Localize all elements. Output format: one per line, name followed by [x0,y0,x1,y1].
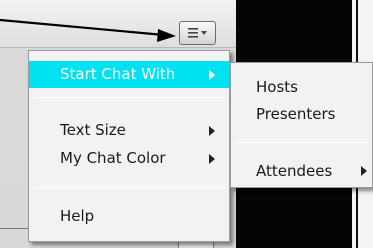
submenu-item-hosts[interactable]: Hosts [231,74,372,100]
menu-lines-dropdown-icon [187,28,207,38]
menu-item-label: My Chat Color [60,149,166,167]
submenu-separator [235,142,368,143]
submenu-arrow-icon [209,154,215,164]
menu-item-my-chat-color[interactable]: My Chat Color [29,145,229,172]
menu-separator [33,187,225,188]
menu-item-label: Help [60,207,95,225]
chat-input-border [0,228,30,229]
submenu-arrow-icon [361,166,367,176]
submenu-arrow-icon [209,126,215,136]
arrow-right-icon [0,18,176,42]
menu-item-start-chat-with[interactable]: Start Chat With [29,61,229,88]
submenu-item-label: Attendees [256,162,333,180]
start-chat-with-submenu: Hosts Presenters Attendees [230,62,373,188]
pod-options-menu: Start Chat With Text Size My Chat Color … [28,50,230,242]
pod-options-button[interactable] [179,21,216,45]
submenu-item-presenters[interactable]: Presenters [231,101,372,127]
menu-separator [33,97,225,98]
menu-item-help[interactable]: Help [29,203,229,230]
menu-item-text-size[interactable]: Text Size [29,117,229,144]
menu-item-label: Start Chat With [60,65,176,83]
submenu-arrow-icon [209,70,215,80]
menu-item-label: Text Size [60,121,126,139]
submenu-item-label: Presenters [256,105,336,123]
submenu-item-attendees[interactable]: Attendees [231,158,372,184]
submenu-item-label: Hosts [256,78,298,96]
